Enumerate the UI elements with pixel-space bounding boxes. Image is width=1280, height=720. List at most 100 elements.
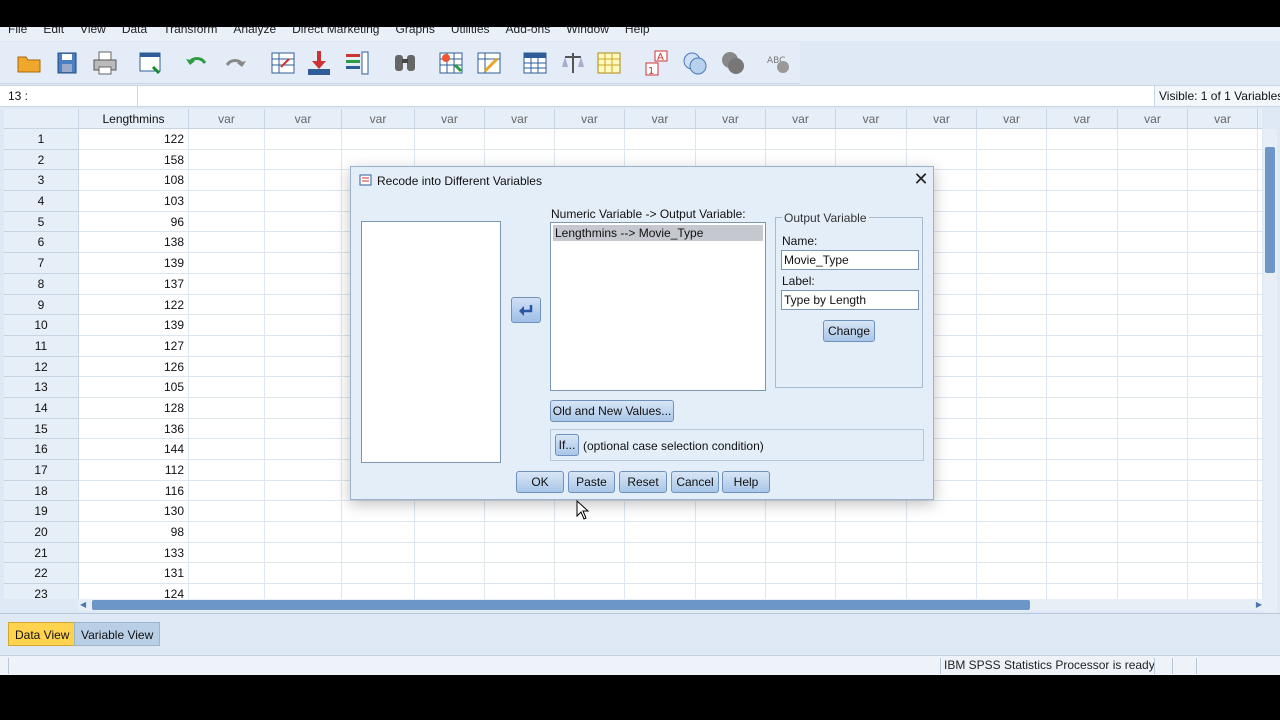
empty-cell[interactable] [977, 501, 1047, 523]
row-number[interactable]: 3 [4, 170, 79, 192]
empty-cell[interactable] [415, 563, 485, 585]
empty-cell[interactable] [1047, 480, 1118, 502]
empty-cell[interactable] [1047, 501, 1118, 523]
empty-cell[interactable] [1188, 397, 1258, 419]
empty-cell[interactable] [1258, 170, 1262, 192]
empty-cell[interactable] [977, 522, 1047, 543]
empty-cell[interactable] [265, 129, 342, 150]
menu-item-file[interactable]: File [8, 27, 27, 35]
change-button[interactable]: Change [823, 320, 875, 342]
empty-cell[interactable] [1258, 232, 1262, 254]
column-header-var[interactable]: var [907, 109, 977, 129]
empty-cell[interactable] [1258, 460, 1262, 481]
empty-cell[interactable] [1188, 480, 1258, 502]
empty-cell[interactable] [1118, 542, 1188, 564]
lengthmins-cell[interactable]: 98 [79, 522, 189, 543]
column-header-var[interactable]: var [555, 109, 625, 129]
numeric-output-list[interactable]: Lengthmins --> Movie_Type [550, 222, 766, 391]
menu-item-direct-marketing[interactable]: Direct Marketing [292, 27, 379, 35]
lengthmins-cell[interactable]: 138 [79, 232, 189, 254]
empty-cell[interactable] [625, 129, 696, 150]
empty-cell[interactable] [485, 542, 555, 564]
empty-cell[interactable] [1118, 232, 1188, 254]
if-button[interactable]: If... [555, 434, 579, 456]
empty-cell[interactable] [977, 335, 1047, 357]
empty-cell[interactable] [265, 439, 342, 460]
empty-cell[interactable] [1047, 191, 1118, 212]
empty-cell[interactable] [696, 542, 766, 564]
ok-button[interactable]: OK [516, 471, 564, 493]
empty-cell[interactable] [1188, 232, 1258, 254]
column-header-var[interactable]: var [415, 109, 485, 129]
lengthmins-cell[interactable]: 103 [79, 191, 189, 212]
insert-cases-icon[interactable] [436, 48, 466, 78]
row-number[interactable]: 18 [4, 480, 79, 502]
column-header-var[interactable]: var [189, 109, 265, 129]
empty-cell[interactable] [1118, 501, 1188, 523]
row-number[interactable]: 2 [4, 149, 79, 171]
goto-variable-icon[interactable] [304, 48, 334, 78]
column-header-lengthmins[interactable]: Lengthmins [79, 109, 189, 129]
empty-cell[interactable] [1258, 191, 1262, 212]
menu-item-edit[interactable]: Edit [43, 27, 64, 35]
empty-cell[interactable] [977, 211, 1047, 233]
row-number[interactable]: 12 [4, 356, 79, 378]
empty-cell[interactable] [342, 584, 415, 599]
scroll-right-arrow-icon[interactable]: ▶ [1256, 599, 1262, 611]
empty-cell[interactable] [1118, 418, 1188, 440]
empty-cell[interactable] [977, 377, 1047, 398]
empty-cell[interactable] [415, 129, 485, 150]
empty-cell[interactable] [977, 191, 1047, 212]
lengthmins-cell[interactable]: 158 [79, 149, 189, 171]
empty-cell[interactable] [1047, 356, 1118, 378]
empty-cell[interactable] [1188, 584, 1258, 599]
empty-cell[interactable] [485, 129, 555, 150]
empty-cell[interactable] [977, 294, 1047, 316]
empty-cell[interactable] [1118, 253, 1188, 274]
empty-cell[interactable] [415, 584, 485, 599]
print-icon[interactable] [90, 48, 120, 78]
row-number[interactable]: 8 [4, 273, 79, 295]
lengthmins-cell[interactable]: 122 [79, 294, 189, 316]
empty-cell[interactable] [555, 584, 625, 599]
empty-cell[interactable] [265, 273, 342, 295]
empty-cell[interactable] [1258, 253, 1262, 274]
empty-cell[interactable] [1258, 398, 1262, 419]
empty-cell[interactable] [1118, 315, 1188, 336]
empty-cell[interactable] [189, 542, 265, 564]
empty-cell[interactable] [189, 397, 265, 419]
horizontal-scroll-thumb[interactable] [92, 600, 1030, 610]
empty-cell[interactable] [977, 480, 1047, 502]
empty-cell[interactable] [1118, 522, 1188, 543]
empty-cell[interactable] [907, 584, 977, 599]
empty-cell[interactable] [696, 584, 766, 599]
empty-cell[interactable] [1258, 419, 1262, 440]
empty-cell[interactable] [555, 129, 625, 150]
empty-cell[interactable] [1047, 542, 1118, 564]
empty-cell[interactable] [1118, 563, 1188, 585]
empty-cell[interactable] [1047, 377, 1118, 398]
empty-cell[interactable] [977, 356, 1047, 378]
empty-cell[interactable] [189, 170, 265, 192]
empty-cell[interactable] [342, 522, 415, 543]
lengthmins-cell[interactable]: 105 [79, 377, 189, 398]
empty-cell[interactable] [555, 501, 625, 523]
lengthmins-cell[interactable]: 96 [79, 211, 189, 233]
lengthmins-cell[interactable]: 133 [79, 542, 189, 564]
empty-cell[interactable] [1188, 149, 1258, 171]
empty-cell[interactable] [1118, 439, 1188, 460]
empty-cell[interactable] [1047, 584, 1118, 599]
empty-cell[interactable] [189, 584, 265, 599]
empty-cell[interactable] [265, 584, 342, 599]
empty-cell[interactable] [189, 563, 265, 585]
empty-cell[interactable] [977, 315, 1047, 336]
empty-cell[interactable] [265, 563, 342, 585]
row-number[interactable]: 9 [4, 294, 79, 316]
empty-cell[interactable] [1118, 129, 1188, 150]
empty-cell[interactable] [1258, 315, 1262, 336]
vertical-scrollbar[interactable] [1263, 129, 1277, 623]
empty-cell[interactable] [1047, 563, 1118, 585]
empty-cell[interactable] [766, 129, 836, 150]
empty-cell[interactable] [265, 522, 342, 543]
empty-cell[interactable] [907, 563, 977, 585]
